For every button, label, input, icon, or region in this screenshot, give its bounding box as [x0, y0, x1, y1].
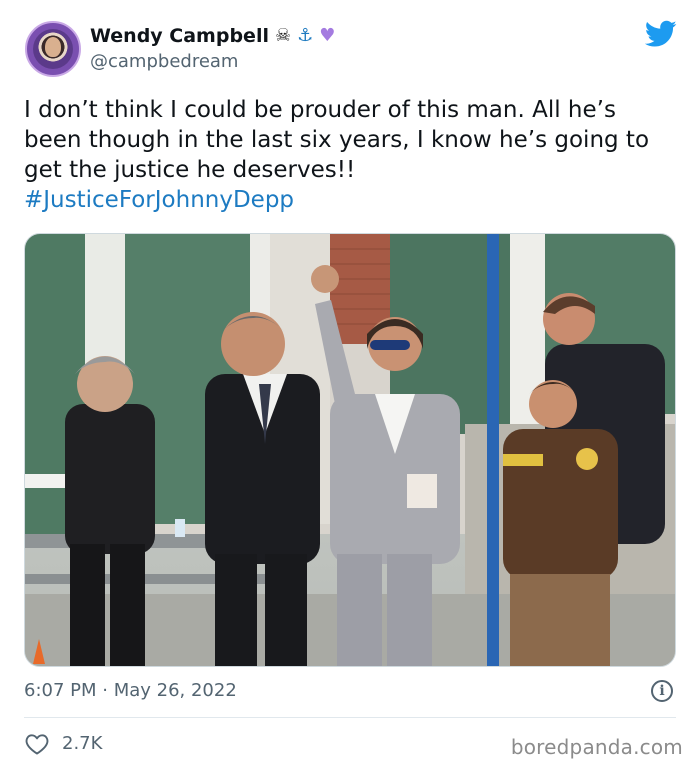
like-count[interactable]: 2.7K — [62, 733, 102, 754]
author-display-name[interactable]: Wendy Campbell — [90, 25, 269, 47]
watermark: boredpanda.com — [510, 735, 683, 759]
info-icon[interactable]: i — [651, 680, 673, 702]
author-handle[interactable]: @campbedream — [90, 51, 238, 72]
avatar[interactable] — [25, 21, 81, 77]
press-photo-of-men-walking-waving — [25, 234, 675, 666]
twitter-bird-icon[interactable] — [645, 20, 677, 48]
avatar-face — [45, 37, 61, 57]
skull-crossbones-flag-icon: ☠ — [274, 25, 292, 46]
anchor-icon: ⚓ — [297, 25, 314, 46]
heart-like-icon[interactable] — [25, 733, 49, 755]
author-name-row: Wendy Campbell ☠ ⚓ ♥ — [90, 24, 335, 48]
tweet-timestamp[interactable]: 6:07 PM · May 26, 2022 — [24, 680, 237, 701]
tweet-text: I don’t think I could be prouder of this… — [24, 95, 676, 215]
divider — [24, 717, 676, 718]
tweet-photo[interactable] — [24, 233, 676, 667]
purple-heart-icon: ♥ — [319, 25, 336, 46]
tweet-body: I don’t think I could be prouder of this… — [24, 97, 650, 183]
hashtag-link[interactable]: #JusticeForJohnnyDepp — [24, 185, 676, 215]
